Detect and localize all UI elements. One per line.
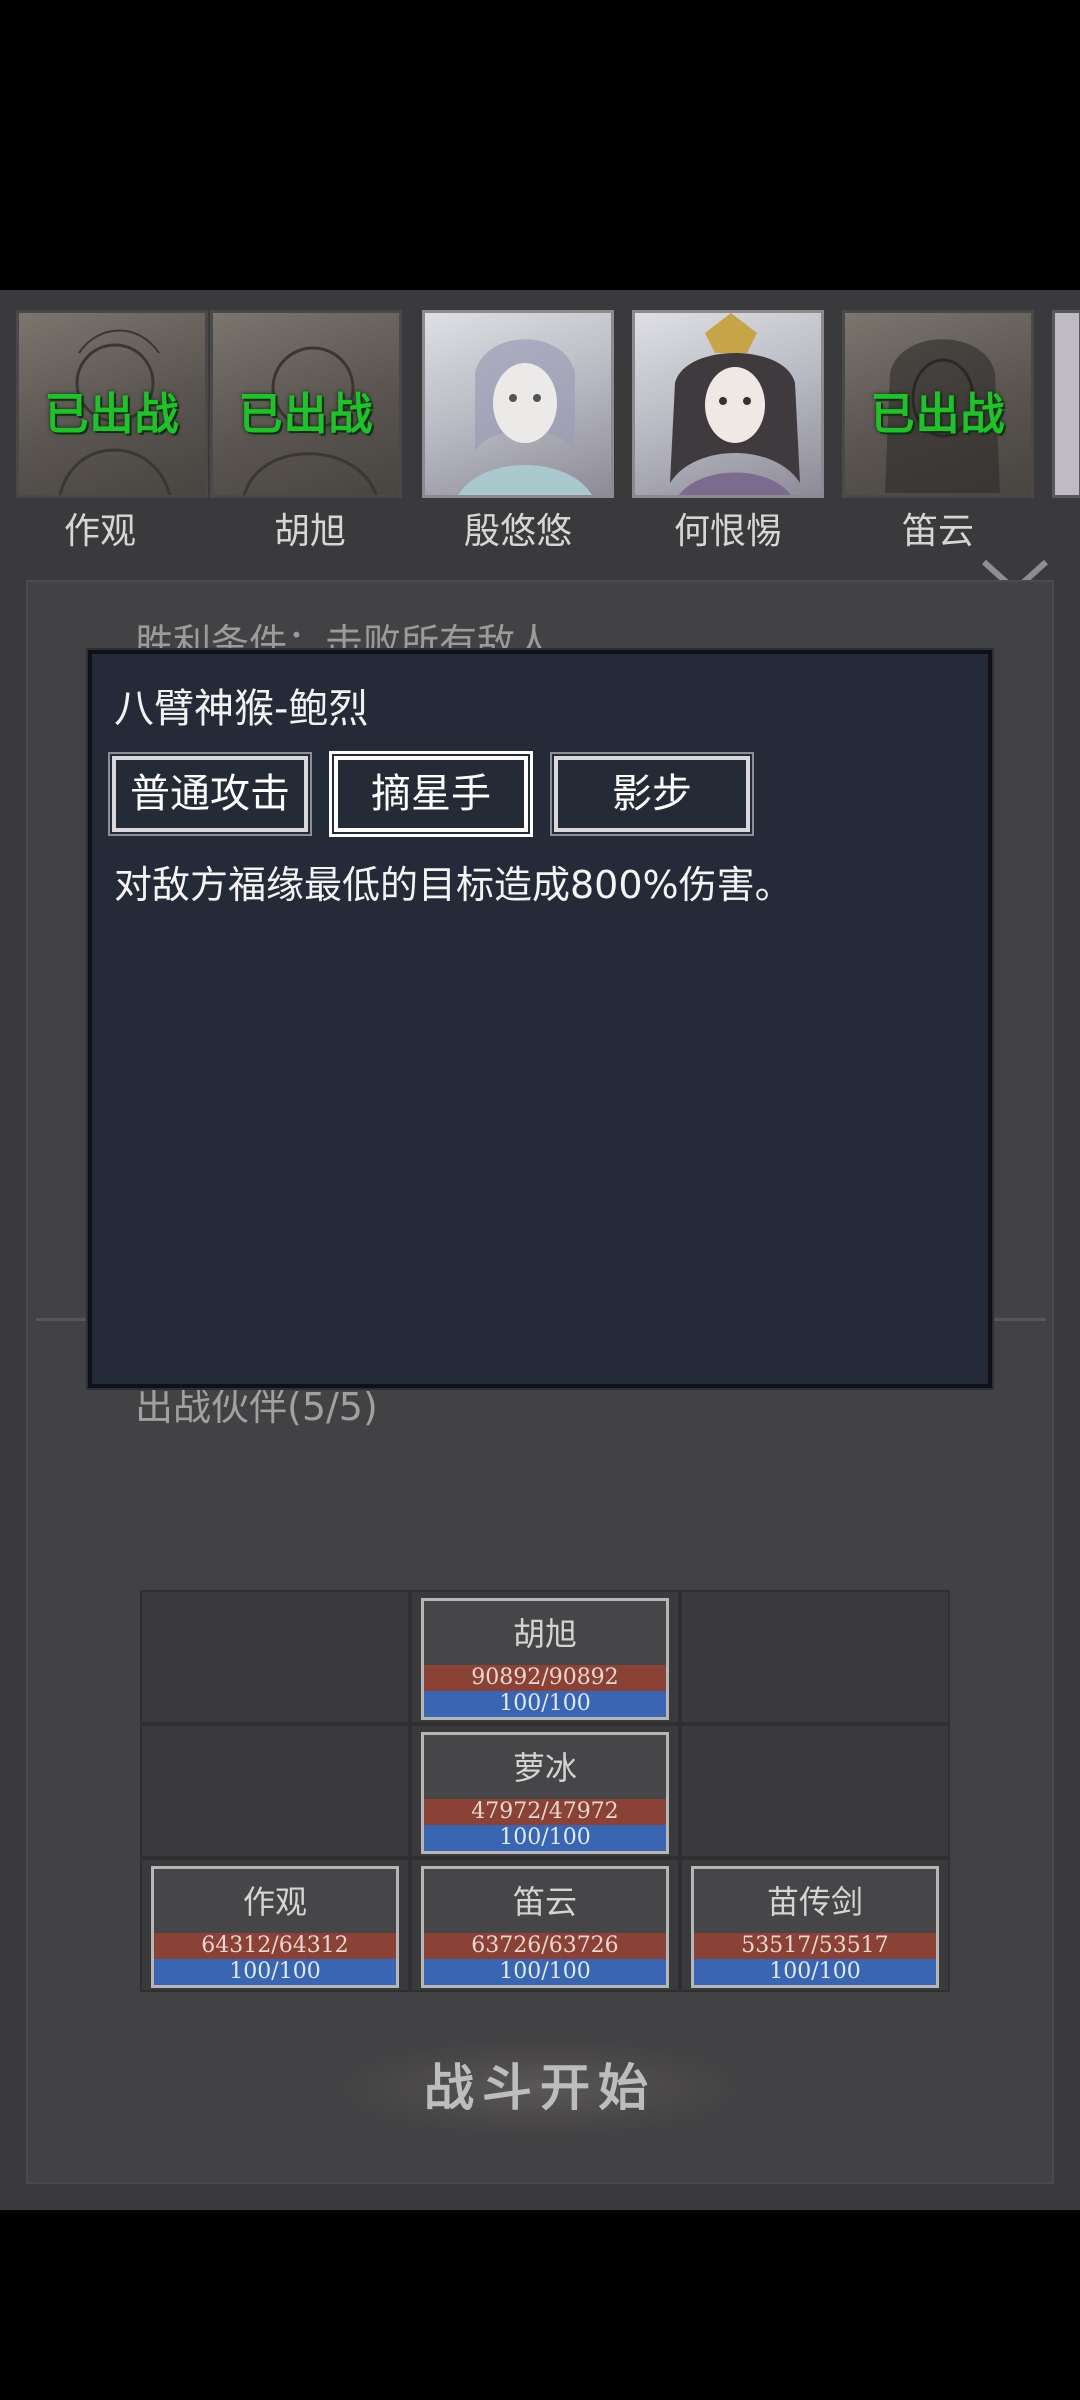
roster-card-hehenti[interactable] — [632, 310, 824, 498]
hp-bar: 90892/90892 — [424, 1665, 666, 1691]
roster-name: 笛云 — [901, 511, 974, 552]
mp-bar: 100/100 — [424, 1959, 666, 1985]
start-battle-button[interactable]: 战斗开始 — [340, 2038, 740, 2138]
formation-slot[interactable] — [682, 1592, 948, 1722]
unit-card-huxu[interactable]: 胡旭 90892/90892 100/100 — [421, 1598, 669, 1720]
unit-name: 笛云 — [512, 1883, 577, 1921]
mp-bar: 100/100 — [154, 1959, 396, 1985]
mp-bar: 100/100 — [424, 1691, 666, 1717]
formation-grid: 胡旭 90892/90892 100/100 萝冰 47972/47972 10… — [140, 1590, 950, 1992]
hp-bar: 47972/47972 — [424, 1799, 666, 1825]
unit-card-diyun[interactable]: 笛云 63726/63726 100/100 — [421, 1866, 669, 1988]
skill-description: 对敌方福缘最低的目标造成800%伤害。 — [114, 863, 793, 907]
deployed-badge: 已出战 — [44, 389, 180, 440]
hp-bar: 53517/53517 — [694, 1933, 936, 1959]
formation-slot[interactable] — [142, 1726, 408, 1856]
mp-bar: 100/100 — [424, 1825, 666, 1851]
skill-tab-normal-attack[interactable]: 普通攻击 — [108, 752, 312, 836]
hp-bar: 63726/63726 — [424, 1933, 666, 1959]
unit-card-miaochuanjian[interactable]: 苗传剑 53517/53517 100/100 — [691, 1866, 939, 1988]
character-roster[interactable]: 已出战 作观 已出战 胡旭 殷悠悠 何恨惕 已出战 笛云 — [0, 290, 1080, 560]
roster-card-partial[interactable] — [1052, 310, 1080, 498]
deployed-badge: 已出战 — [870, 389, 1006, 440]
skill-tab-zhaixingshou[interactable]: 摘星手 — [329, 751, 533, 837]
roster-card-zuoguan[interactable]: 已出战 — [16, 310, 208, 498]
unit-card-zuoguan[interactable]: 作观 64312/64312 100/100 — [151, 1866, 399, 1988]
portrait-image — [670, 313, 800, 495]
unit-name: 作观 — [242, 1883, 307, 1921]
roster-name: 作观 — [63, 511, 136, 552]
skill-tab-yingbu[interactable]: 影步 — [550, 752, 754, 836]
unit-card-luobing[interactable]: 萝冰 47972/47972 100/100 — [421, 1732, 669, 1854]
roster-name: 胡旭 — [273, 511, 346, 552]
roster-name: 殷悠悠 — [463, 511, 572, 552]
hp-bar: 64312/64312 — [154, 1933, 396, 1959]
game-area: 已出战 作观 已出战 胡旭 殷悠悠 何恨惕 已出战 笛云 胜利条件：击败所有敌人… — [0, 290, 1080, 2210]
unit-name: 苗传剑 — [766, 1883, 863, 1921]
popup-title: 八臂神猴-鲍烈 — [114, 686, 369, 732]
roster-name: 何恨惕 — [673, 511, 782, 552]
formation-slot[interactable] — [142, 1592, 408, 1722]
deployed-badge: 已出战 — [238, 389, 374, 440]
unit-name: 萝冰 — [512, 1749, 577, 1787]
unit-name: 胡旭 — [512, 1615, 577, 1653]
skill-popup: 八臂神猴-鲍烈 普通攻击 摘星手 影步 对敌方福缘最低的目标造成800%伤害。 — [88, 650, 992, 1388]
roster-card-diyun[interactable]: 已出战 — [842, 310, 1034, 498]
roster-card-yinyouyou[interactable] — [422, 310, 614, 498]
portrait-image — [458, 339, 592, 495]
mp-bar: 100/100 — [694, 1959, 936, 1985]
roster-card-huxu[interactable]: 已出战 — [210, 310, 402, 498]
formation-slot[interactable] — [682, 1726, 948, 1856]
